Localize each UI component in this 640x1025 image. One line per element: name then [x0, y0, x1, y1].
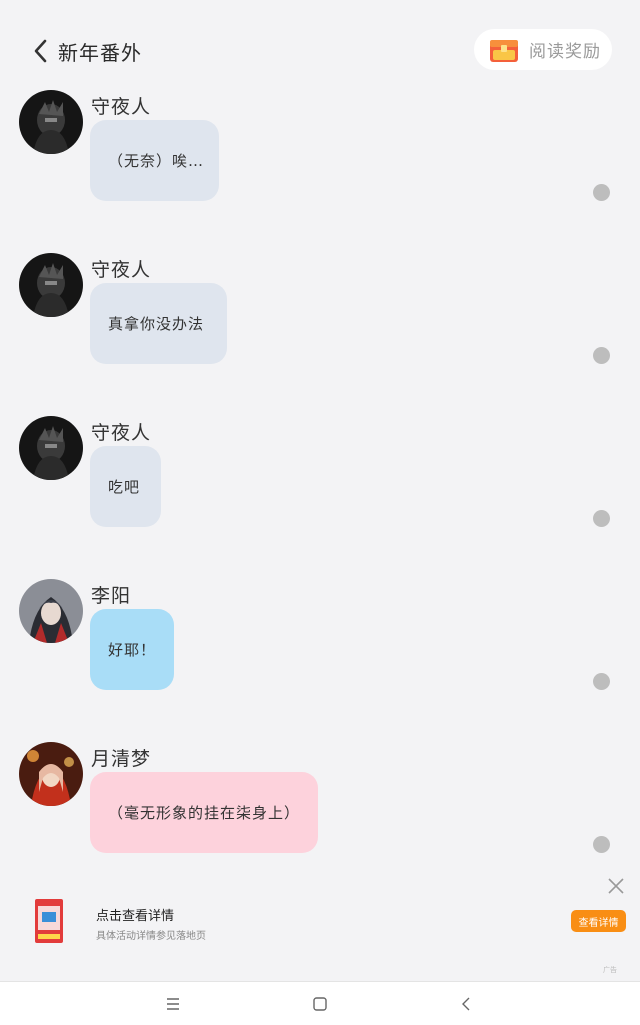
back-button[interactable]: 新年番外 — [30, 34, 180, 68]
chat-message: 守夜人 （无奈）唉… — [0, 90, 640, 210]
avatar-li-yang — [19, 579, 83, 643]
ad-thumbnail-image[interactable] — [34, 898, 64, 944]
message-bubble[interactable]: 真拿你没办法 — [90, 283, 227, 364]
menu-icon — [167, 998, 179, 1010]
chat-message: 守夜人 真拿你没办法 — [0, 253, 640, 373]
reading-reward-button[interactable]: 阅读奖励 — [474, 29, 612, 70]
chat-message: 李阳 好耶！ — [0, 579, 640, 699]
message-bubble[interactable]: 吃吧 — [90, 446, 161, 527]
system-nav-bar — [0, 981, 640, 1025]
message-menu-dot[interactable] — [593, 347, 610, 364]
avatar-night-watcher — [19, 416, 83, 480]
avatar-night-watcher — [19, 90, 83, 154]
message-menu-dot[interactable] — [593, 510, 610, 527]
message-menu-dot[interactable] — [593, 836, 610, 853]
ad-title[interactable]: 点击查看详情 — [96, 905, 174, 924]
home-button[interactable] — [310, 994, 330, 1014]
avatar[interactable] — [19, 416, 83, 480]
top-bar: 新年番外 阅读奖励 — [0, 0, 640, 90]
reward-label: 阅读奖励 — [529, 42, 601, 62]
menu-button[interactable] — [163, 994, 183, 1014]
treasure-chest-icon — [490, 39, 518, 62]
chevron-left-icon — [462, 997, 470, 1011]
sender-name: 守夜人 — [91, 422, 152, 444]
avatar[interactable] — [19, 90, 83, 154]
nav-back-button[interactable] — [457, 994, 477, 1014]
message-menu-dot[interactable] — [593, 673, 610, 690]
message-bubble[interactable]: （毫无形象的挂在柒身上） — [90, 772, 318, 853]
ad-label: 广告 — [603, 966, 617, 974]
page-title: 新年番外 — [58, 40, 142, 65]
chat-message: 守夜人 吃吧 — [0, 416, 640, 536]
message-bubble[interactable]: 好耶！ — [90, 609, 174, 690]
sender-name: 李阳 — [91, 585, 132, 607]
chevron-left-icon — [34, 39, 47, 63]
avatar[interactable] — [19, 742, 83, 806]
sender-name: 守夜人 — [91, 96, 152, 118]
ad-banner[interactable]: 点击查看详情 具体活动详情参见落地页 查看详情 广告 — [0, 870, 640, 980]
avatar-yue-qingmeng — [19, 742, 83, 806]
ad-subtitle: 具体活动详情参见落地页 — [96, 931, 206, 942]
chat-message: 月清梦 （毫无形象的挂在柒身上） — [0, 742, 640, 862]
avatar[interactable] — [19, 579, 83, 643]
avatar-night-watcher — [19, 253, 83, 317]
avatar[interactable] — [19, 253, 83, 317]
ad-view-details-button[interactable]: 查看详情 — [571, 910, 626, 932]
close-icon[interactable] — [606, 876, 626, 896]
sender-name: 月清梦 — [91, 748, 152, 770]
message-bubble[interactable]: （无奈）唉… — [90, 120, 219, 201]
home-square-icon — [313, 997, 327, 1011]
message-menu-dot[interactable] — [593, 184, 610, 201]
sender-name: 守夜人 — [91, 259, 152, 281]
